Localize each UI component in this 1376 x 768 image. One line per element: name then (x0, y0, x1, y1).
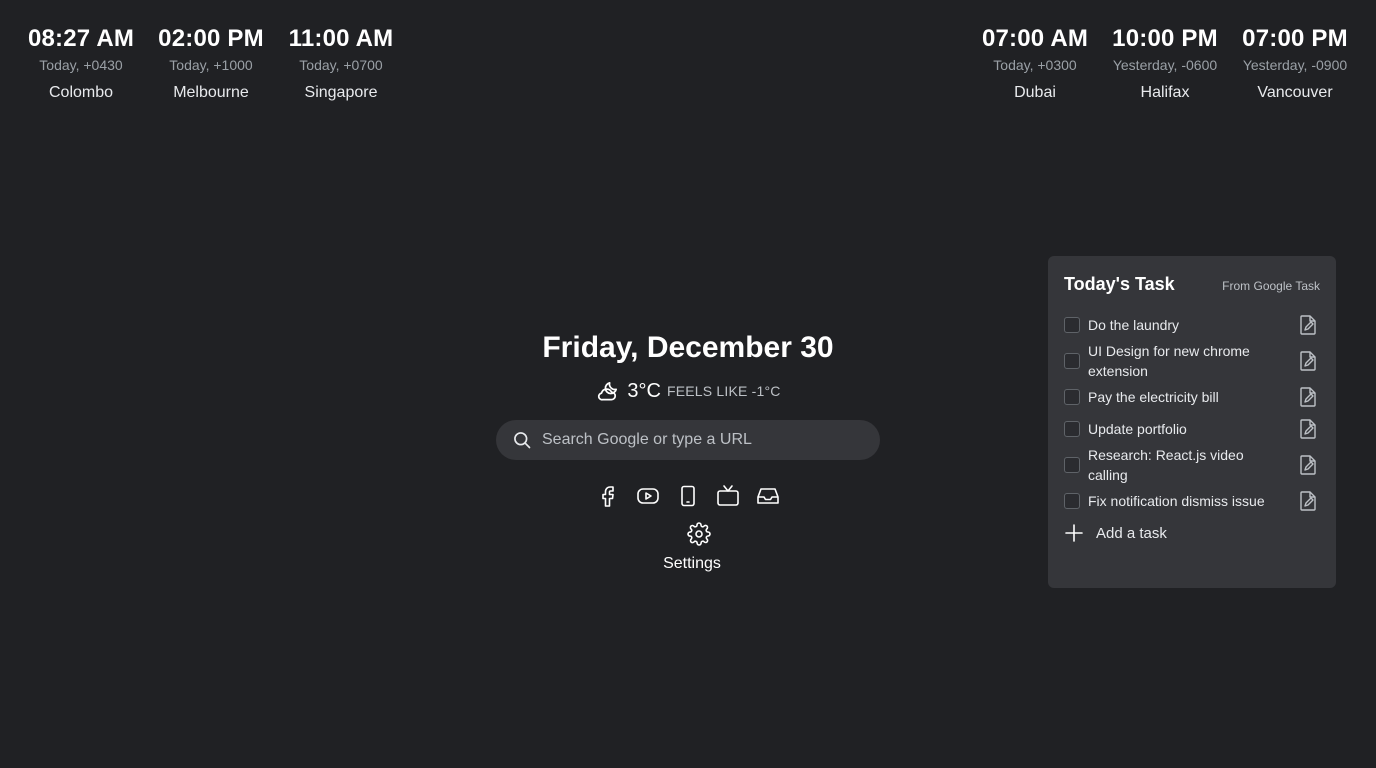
task-checkbox[interactable] (1064, 421, 1080, 437)
tasks-title: Today's Task (1064, 274, 1175, 294)
tasks-source: From Google Task (1222, 279, 1320, 293)
clock-vancouver: 07:00 PM Yesterday, -0900 Vancouver (1230, 24, 1360, 102)
facebook-icon[interactable] (596, 484, 620, 508)
clock-city: Singapore (304, 84, 378, 101)
edit-file-icon[interactable] (1296, 349, 1320, 373)
task-checkbox[interactable] (1064, 389, 1080, 405)
new-tab-page: 08:27 AM Today, +0430 Colombo 02:00 PM T… (0, 0, 1376, 768)
world-clocks-right: 07:00 AM Today, +0300 Dubai 10:00 PM Yes… (970, 24, 1360, 102)
task-text: Pay the electricity bill (1088, 389, 1219, 405)
search-input[interactable] (540, 430, 864, 450)
edit-file-icon[interactable] (1296, 385, 1320, 409)
edit-file-icon[interactable] (1296, 453, 1320, 477)
world-clocks-left: 08:27 AM Today, +0430 Colombo 02:00 PM T… (16, 24, 406, 102)
tasks-header: Today's Task From Google Task (1064, 274, 1320, 295)
clock-colombo: 08:27 AM Today, +0430 Colombo (16, 24, 146, 102)
cloud-moon-icon (595, 378, 621, 404)
edit-file-icon[interactable] (1296, 417, 1320, 441)
clock-city: Melbourne (173, 84, 249, 101)
inbox-icon[interactable] (756, 484, 780, 508)
clock-time: 07:00 PM (1242, 25, 1348, 52)
edit-file-icon[interactable] (1296, 313, 1320, 337)
clock-city: Vancouver (1257, 84, 1333, 101)
task-item: Update portfolio (1064, 413, 1320, 445)
task-item: UI Design for new chrome extension (1064, 341, 1320, 381)
feels-like: FEELS LIKE -1°C (666, 383, 781, 399)
clock-offset: Yesterday, -0600 (1112, 57, 1218, 73)
task-text: Do the laundry (1088, 317, 1180, 333)
clock-time: 07:00 AM (981, 25, 1089, 52)
phone-icon[interactable] (676, 484, 700, 508)
clock-city: Dubai (1014, 84, 1056, 101)
gear-icon (654, 522, 744, 551)
task-list: Do the laundry UI Design for new chrome … (1064, 309, 1320, 517)
youtube-icon[interactable] (636, 484, 660, 508)
clock-time: 02:00 PM (158, 25, 264, 52)
clock-city: Colombo (48, 84, 114, 101)
clock-time: 11:00 AM (288, 25, 394, 52)
clock-singapore: 11:00 AM Today, +0700 Singapore (276, 24, 406, 102)
clock-time: 10:00 PM (1112, 25, 1218, 52)
edit-file-icon[interactable] (1296, 489, 1320, 513)
task-text: Update portfolio (1088, 421, 1187, 437)
clock-city: Halifax (1140, 84, 1190, 101)
clock-offset: Today, +1000 (169, 57, 253, 73)
clock-offset: Today, +0430 (39, 57, 123, 73)
search-bar[interactable] (496, 420, 880, 460)
clock-melbourne: 02:00 PM Today, +1000 Melbourne (146, 24, 276, 102)
settings-label: Settings (663, 555, 721, 572)
clock-offset: Today, +0700 (299, 57, 383, 73)
clock-dubai: 07:00 AM Today, +0300 Dubai (970, 24, 1100, 102)
clock-offset: Today, +0300 (993, 57, 1077, 73)
add-task-label: Add a task (1096, 524, 1167, 542)
tv-icon[interactable] (716, 484, 740, 508)
tasks-panel: Today's Task From Google Task Do the lau… (1048, 256, 1336, 588)
add-task-button[interactable]: Add a task (1064, 523, 1320, 543)
clock-halifax: 10:00 PM Yesterday, -0600 Halifax (1100, 24, 1230, 102)
task-item: Fix notification dismiss issue (1064, 485, 1320, 517)
task-item: Do the laundry (1064, 309, 1320, 341)
temperature: 3°C (627, 379, 661, 402)
task-text: Research: React.js video calling (1088, 447, 1244, 483)
task-checkbox[interactable] (1064, 353, 1080, 369)
clock-offset: Yesterday, -0900 (1242, 57, 1348, 73)
clock-time: 08:27 AM (27, 25, 135, 52)
plus-icon (1064, 523, 1084, 543)
task-item: Research: React.js video calling (1064, 445, 1320, 485)
task-text: UI Design for new chrome extension (1088, 343, 1250, 379)
task-text: Fix notification dismiss issue (1088, 493, 1265, 509)
task-checkbox[interactable] (1064, 493, 1080, 509)
task-item: Pay the electricity bill (1064, 381, 1320, 413)
search-icon (512, 430, 532, 450)
task-checkbox[interactable] (1064, 317, 1080, 333)
settings-button[interactable]: Settings (640, 522, 744, 573)
task-checkbox[interactable] (1064, 457, 1080, 473)
